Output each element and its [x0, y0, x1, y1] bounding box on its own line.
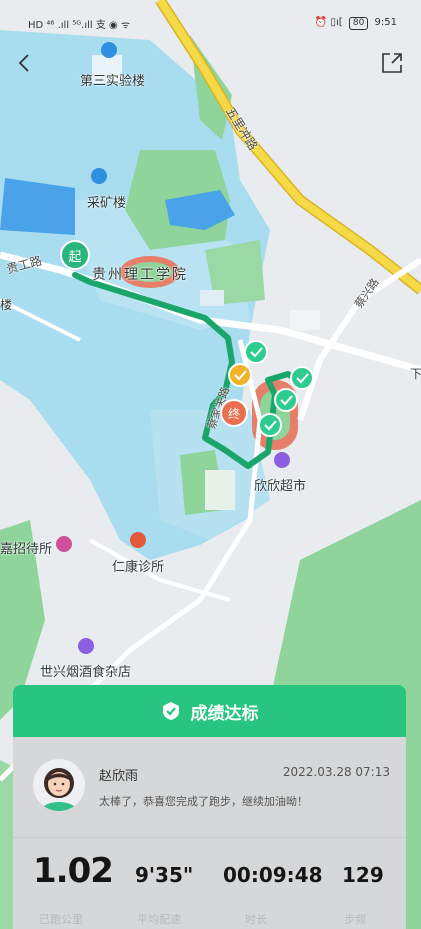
stat-distance: 1.02	[33, 851, 114, 891]
clock: 9:51	[374, 17, 397, 28]
start-marker: 起	[60, 240, 90, 270]
share-button[interactable]	[379, 50, 405, 76]
map-label-clinic: 仁康诊所	[112, 560, 165, 575]
stat-cadence: 129	[342, 863, 384, 887]
map-label-edge: 楼	[0, 298, 13, 312]
result-card: 赵欣雨 2022.03.28 07:13 太棒了，恭喜您完成了跑步，继续加油呦！…	[13, 737, 406, 929]
share-icon	[382, 53, 402, 73]
map-label-campus: 贵州理工学院	[92, 267, 188, 283]
stat-label-distance: 已跑公里	[39, 913, 83, 926]
status-icons: ⏰ ▯ı[	[314, 17, 343, 28]
map-label-building: 第三实验楼	[80, 74, 146, 89]
stat-label-cadence: 步频	[344, 913, 366, 926]
end-marker: 终	[220, 399, 248, 427]
stat-label-duration: 时长	[245, 913, 267, 926]
stat-label-pace: 平均配速	[137, 913, 181, 926]
shield-check-icon	[162, 702, 179, 720]
congrats-message: 太棒了，恭喜您完成了跑步，继续加油呦！	[99, 795, 308, 808]
user-name: 赵欣雨	[99, 769, 139, 784]
run-datetime: 2022.03.28 07:13	[282, 765, 390, 779]
stat-pace: 9'35"	[135, 863, 194, 887]
battery-icon: 80	[348, 17, 369, 30]
map-label-building: 采矿楼	[87, 196, 127, 211]
map-label-hostel: 嘉招待所	[0, 542, 53, 557]
map-label-market: 欣欣超市	[254, 479, 307, 494]
result-banner: 成绩达标	[13, 685, 406, 737]
map-label-shop: 世兴烟酒食杂店	[40, 665, 132, 680]
result-panel: 成绩达标 赵欣雨 2022.03.28 07:13 太棒了，恭喜您完成了跑步，继…	[13, 685, 406, 929]
back-button[interactable]	[12, 50, 38, 76]
avatar	[33, 759, 85, 811]
signal-status: HD ⁴⁶ .ıll ⁵ᴳ.ıll 支 ◉ ᯤ	[28, 20, 131, 31]
banner-title: 成绩达标	[190, 703, 259, 724]
system-status: ⏰ ▯ı[ 80 9:51	[315, 17, 397, 30]
map-label-edge: 下	[410, 367, 421, 381]
chevron-left-icon	[18, 54, 29, 72]
divider	[13, 837, 406, 838]
status-bar: HD ⁴⁶ .ıll ⁵ᴳ.ıll 支 ◉ ᯤ ⏰ ▯ı[ 80 9:51	[0, 0, 421, 48]
stat-duration: 00:09:48	[223, 863, 323, 887]
